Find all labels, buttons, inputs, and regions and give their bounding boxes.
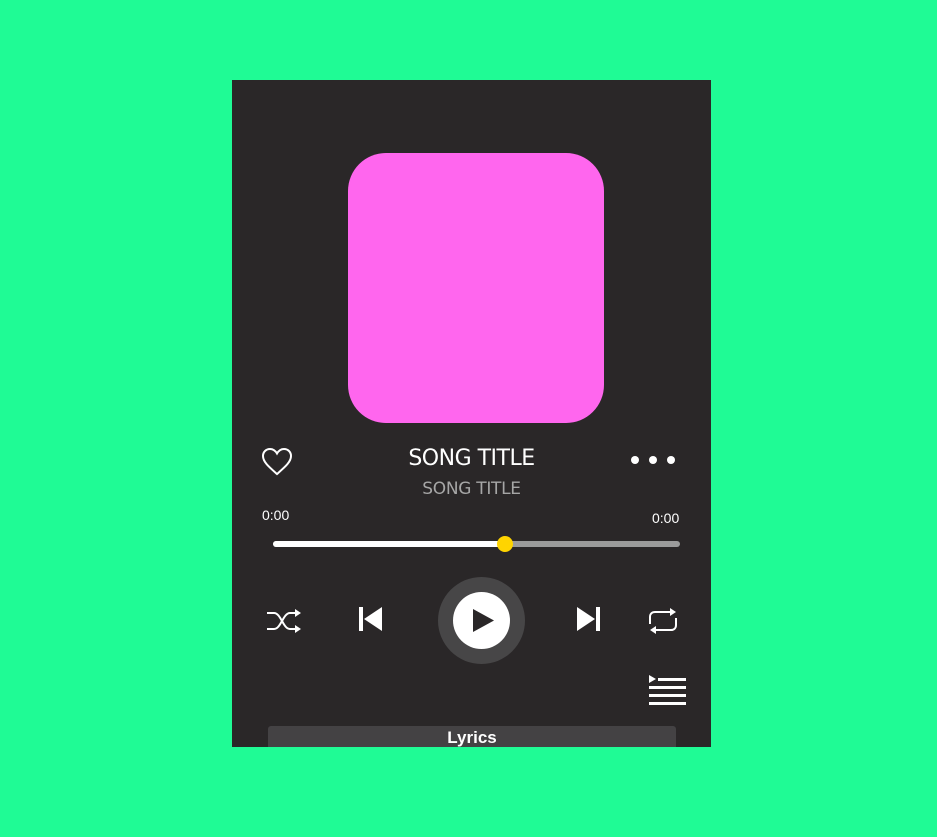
skip-next-icon[interactable] [575, 606, 601, 632]
progress-fill [273, 541, 505, 547]
progress-thumb[interactable] [496, 536, 513, 552]
shuffle-icon[interactable] [265, 606, 303, 636]
music-player: SONG TITLE SONG TITLE 0:00 0:00 Lyrics [232, 80, 711, 747]
repeat-icon[interactable] [646, 606, 680, 636]
song-artist: SONG TITLE [422, 479, 521, 499]
elapsed-time: 0:00 [262, 507, 290, 523]
progress-track[interactable] [273, 536, 680, 552]
lyrics-label: Lyrics [447, 728, 497, 747]
play-icon [473, 609, 494, 632]
play-button[interactable] [453, 592, 510, 649]
queue-list-icon[interactable] [648, 675, 688, 705]
album-artwork [348, 153, 604, 423]
total-time: 0:00 [652, 510, 680, 526]
play-button-ring[interactable] [438, 577, 525, 664]
more-dots-icon[interactable] [630, 453, 676, 467]
lyrics-button[interactable]: Lyrics [268, 726, 676, 747]
skip-previous-icon[interactable] [358, 606, 384, 632]
